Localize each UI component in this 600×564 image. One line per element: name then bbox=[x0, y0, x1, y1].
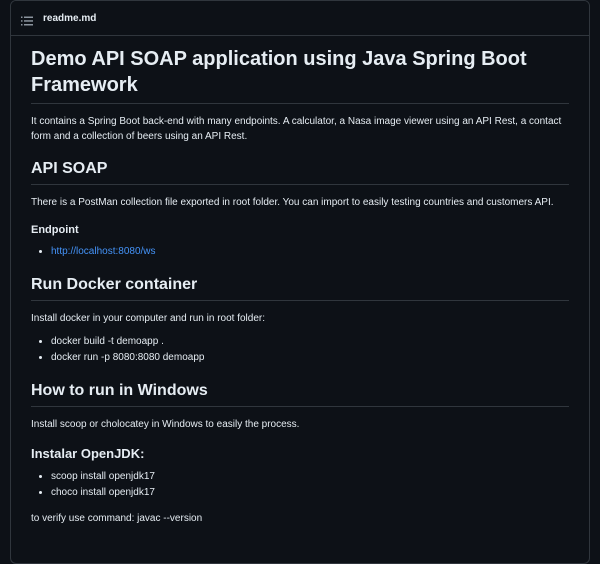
list-item: docker build -t demoapp . bbox=[51, 334, 569, 350]
markdown-body: Demo API SOAP application using Java Spr… bbox=[11, 36, 589, 526]
endpoint-link[interactable]: http://localhost:8080/ws bbox=[51, 246, 156, 257]
heading-api-soap: API SOAP bbox=[31, 158, 569, 185]
docker-command-list: docker build -t demoapp . docker run -p … bbox=[31, 334, 569, 366]
page-title: Demo API SOAP application using Java Spr… bbox=[31, 46, 569, 104]
windows-paragraph: Install scoop or cholocatey in Windows t… bbox=[31, 419, 300, 430]
list-item: http://localhost:8080/ws bbox=[51, 244, 569, 260]
jdk-command-list: scoop install openjdk17 choco install op… bbox=[31, 469, 569, 501]
file-name: readme.md bbox=[43, 12, 97, 24]
api-soap-paragraph: There is a PostMan collection file expor… bbox=[31, 197, 554, 208]
endpoint-list: http://localhost:8080/ws bbox=[31, 244, 569, 260]
heading-windows: How to run in Windows bbox=[31, 380, 569, 407]
list-item: scoop install openjdk17 bbox=[51, 469, 569, 485]
file-header: readme.md bbox=[11, 1, 589, 36]
heading-docker: Run Docker container bbox=[31, 274, 569, 301]
heading-openjdk: Instalar OpenJDK: bbox=[31, 446, 145, 461]
readme-panel: readme.md Demo API SOAP application usin… bbox=[10, 0, 590, 564]
list-icon[interactable] bbox=[21, 13, 33, 26]
heading-endpoint: Endpoint bbox=[31, 224, 79, 236]
list-item: choco install openjdk17 bbox=[51, 485, 569, 501]
verify-paragraph: to verify use command: javac --version bbox=[31, 513, 203, 524]
docker-paragraph: Install docker in your computer and run … bbox=[31, 313, 266, 324]
list-item: docker run -p 8080:8080 demoapp bbox=[51, 350, 569, 366]
intro-paragraph: It contains a Spring Boot back-end with … bbox=[31, 116, 562, 142]
